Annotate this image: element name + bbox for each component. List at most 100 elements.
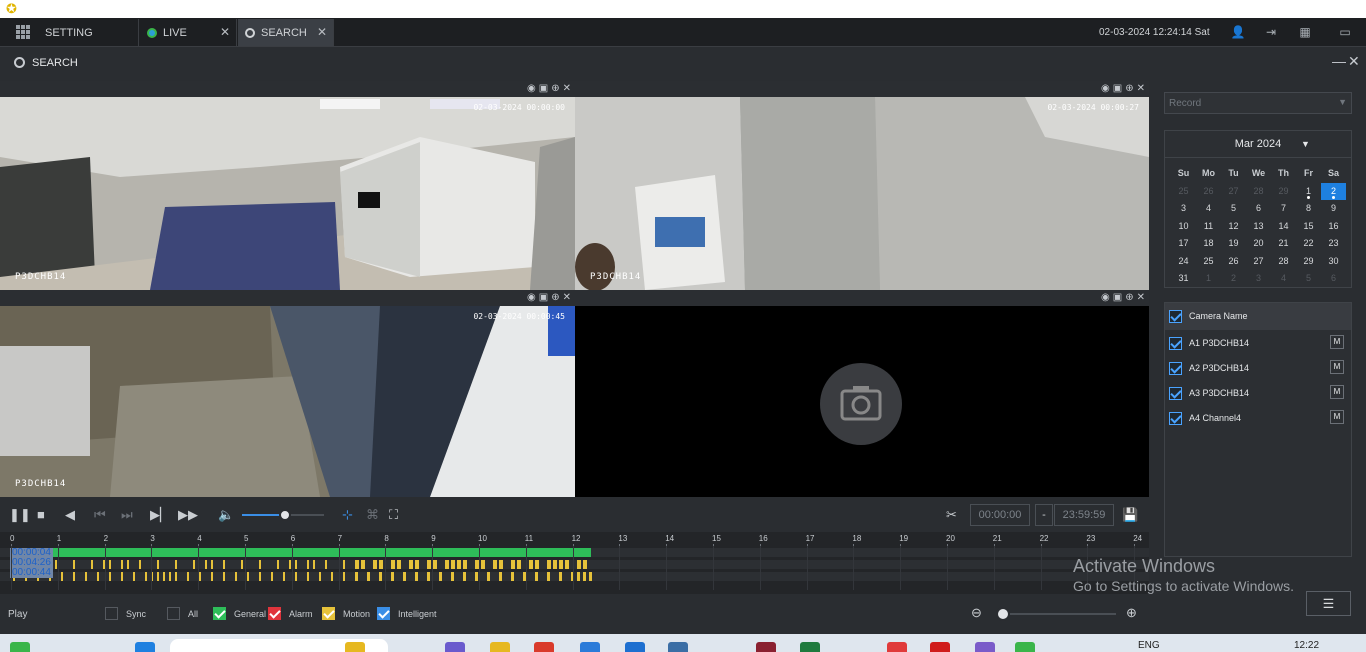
calendar-day[interactable]: 16 [1321,218,1346,236]
legend-alarm[interactable]: Alarm [268,607,313,620]
calendar-day[interactable]: 1 [1296,183,1321,201]
volume-knob[interactable] [278,509,291,521]
legend-intelligent[interactable]: Intelligent [377,607,437,620]
fisheye-icon[interactable]: ⌘ [366,507,379,523]
motion-checkbox[interactable] [322,607,335,620]
close-button[interactable]: ✕ [1348,53,1360,70]
calendar-day[interactable]: 31 [1171,270,1196,288]
record-type-select[interactable]: Record ▼ [1164,92,1352,114]
file-list-button[interactable]: ☰ [1306,591,1351,616]
camera-checkbox[interactable] [1169,337,1182,350]
legend-general[interactable]: General [213,607,266,620]
taskbar-app-icon[interactable] [668,642,688,652]
taskbar-app-icon[interactable] [580,642,600,652]
calendar-day[interactable]: 10 [1171,218,1196,236]
logout-icon[interactable]: ⇥ [1262,24,1280,40]
taskbar-folder-icon[interactable] [345,642,365,652]
calendar-day[interactable]: 2 [1221,270,1246,288]
clip-end-time[interactable]: 23:59:59 [1054,504,1114,526]
calendar-month-selector[interactable]: Mar 2024 ▼ [1165,131,1351,158]
user-icon[interactable]: 👤 [1229,24,1247,40]
tab-setting[interactable]: SETTING [38,19,139,46]
volume-slider[interactable] [242,509,324,521]
camera-checkbox[interactable] [1169,412,1182,425]
video-pane-4[interactable]: ◉ ▣ ⊕ ✕ [575,290,1149,497]
clip-scissors-icon[interactable]: ✂ [946,507,957,523]
calendar-day[interactable]: 5 [1296,270,1321,288]
close-pane-icon[interactable]: ✕ [563,83,571,94]
clip-start-time[interactable]: 00:00:00 [970,504,1030,526]
close-pane-icon[interactable]: ✕ [563,292,571,303]
calendar-day-selected[interactable]: 2 [1321,182,1346,200]
tab-live-close-icon[interactable]: ✕ [220,25,230,39]
taskbar-chrome-icon[interactable] [534,642,554,652]
pause-icon[interactable]: ❚❚ [9,507,31,523]
display-icon[interactable]: ▭ [1336,24,1354,40]
calendar-day[interactable]: 17 [1171,235,1196,253]
all-checkbox[interactable] [167,607,180,620]
fast-forward-icon[interactable]: ▶▶ [178,507,198,523]
calendar-day[interactable]: 29 [1271,183,1296,201]
calendar-day[interactable]: 20 [1246,235,1271,253]
fullscreen-icon[interactable]: ⛶ [389,507,398,523]
taskbar-app-icon[interactable] [445,642,465,652]
calendar-day[interactable]: 30 [1321,253,1346,271]
view-icon[interactable]: ◉ [1101,83,1110,94]
calendar-day[interactable]: 26 [1221,253,1246,271]
taskbar-clock[interactable]: 12:22 [1294,640,1319,651]
calendar-day[interactable]: 13 [1246,218,1271,236]
camera-checkbox[interactable] [1169,362,1182,375]
timeline-track-2[interactable] [0,560,1149,569]
calendar-day[interactable]: 9 [1321,200,1346,218]
timeline-track-1[interactable] [0,548,1149,557]
calendar-day[interactable]: 18 [1196,235,1221,253]
camera-list-item[interactable]: A1 P3DCHB14 M [1165,330,1351,355]
camera-checkbox[interactable] [1169,387,1182,400]
close-pane-icon[interactable]: ✕ [1137,292,1145,303]
taskbar-app-icon[interactable] [887,642,907,652]
calendar-day[interactable]: 15 [1296,218,1321,236]
camera-stream-button[interactable]: M [1330,360,1344,374]
tab-search[interactable]: SEARCH ✕ [238,19,334,46]
taskbar-app-icon[interactable] [756,642,776,652]
intelligent-checkbox[interactable] [377,607,390,620]
stop-icon[interactable]: ■ [37,507,45,523]
camera-list-item[interactable]: A4 Channel4 M [1165,405,1351,430]
close-pane-icon[interactable]: ✕ [1137,83,1145,94]
calendar-day[interactable]: 25 [1171,183,1196,201]
view-icon[interactable]: ◉ [1101,292,1110,303]
sync-checkbox[interactable] [105,607,118,620]
zoom-icon[interactable]: ⊕ [551,292,559,303]
taskbar-explorer-icon[interactable] [490,642,510,652]
camera-stream-button[interactable]: M [1330,385,1344,399]
calendar-day[interactable]: 23 [1321,235,1346,253]
view-icon[interactable]: ◉ [527,292,536,303]
calendar-day[interactable]: 3 [1246,270,1271,288]
view-icon[interactable]: ◉ [527,83,536,94]
zoom-knob[interactable] [996,607,1010,621]
calendar-day[interactable]: 24 [1171,253,1196,271]
calendar-day[interactable]: 5 [1221,200,1246,218]
calendar-day[interactable]: 6 [1246,200,1271,218]
camera-stream-button[interactable]: M [1330,410,1344,424]
taskbar-app-icon[interactable] [975,642,995,652]
camera-list-item[interactable]: A2 P3DCHB14 M [1165,355,1351,380]
calendar-day[interactable]: 25 [1196,253,1221,271]
zoom-in-icon[interactable]: ⊕ [1126,605,1137,621]
main-menu-grid-icon[interactable] [16,25,30,39]
taskbar-outlook-icon[interactable] [625,642,645,652]
smart-search-icon[interactable]: ⊹ [342,507,353,523]
volume-icon[interactable]: 🔈 [218,507,234,523]
snapshot-icon[interactable]: ▣ [539,292,548,303]
calendar-day[interactable]: 29 [1296,253,1321,271]
qr-code-icon[interactable]: ▦ [1296,24,1314,40]
calendar-day[interactable]: 7 [1271,200,1296,218]
zoom-icon[interactable]: ⊕ [1125,292,1133,303]
video-pane-3[interactable]: ◉ ▣ ⊕ ✕ 02-03-2024 00:00:45 P3DCHB14 [0,290,575,497]
start-windows-icon[interactable] [135,642,155,652]
camera-list-item[interactable]: A3 P3DCHB14 M [1165,380,1351,405]
snapshot-icon[interactable]: ▣ [1113,83,1122,94]
save-clip-icon[interactable]: 💾 [1122,507,1138,523]
calendar-day[interactable]: 11 [1196,218,1221,236]
previous-frame-icon[interactable]: ⏮ [94,507,106,523]
